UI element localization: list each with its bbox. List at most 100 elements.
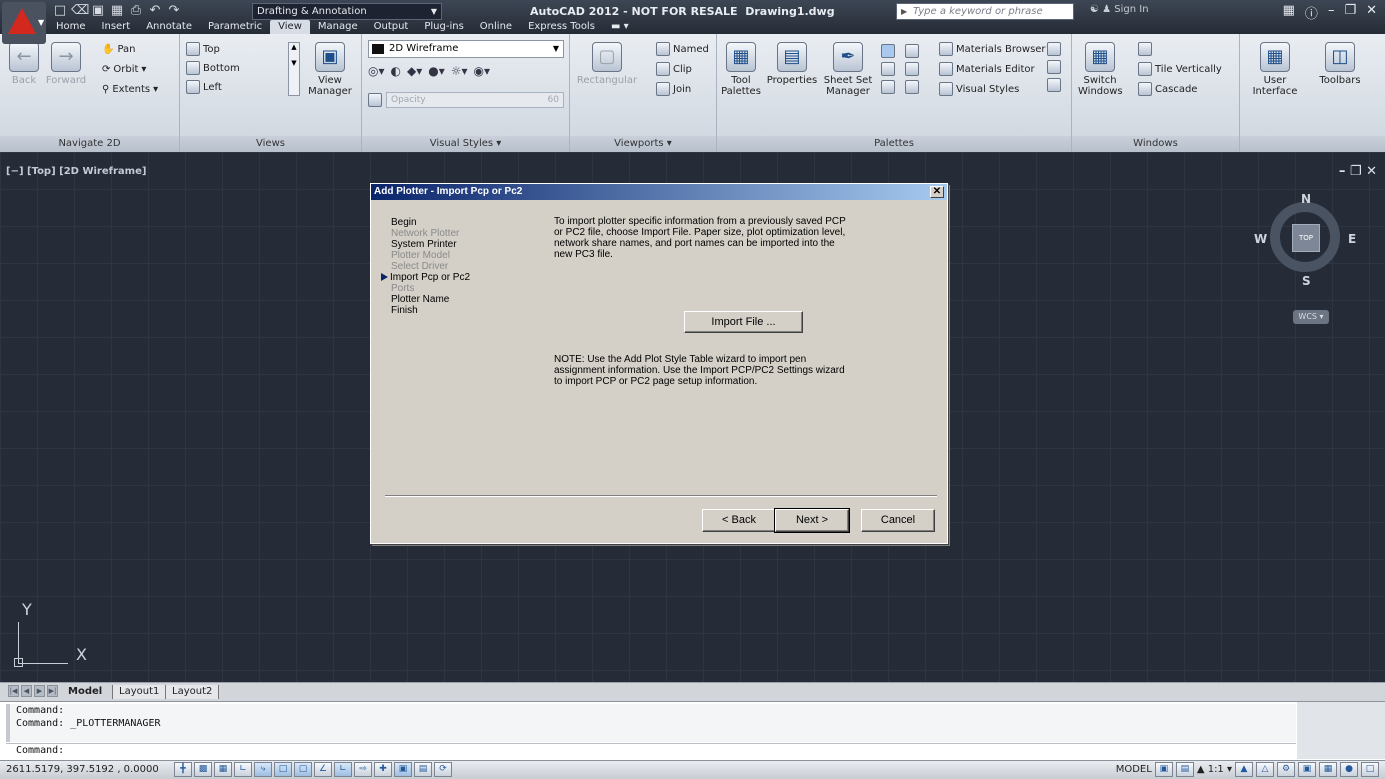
view-left[interactable]: Left — [186, 80, 222, 94]
sheet-set-button[interactable]: ✒ Sheet Set Manager — [821, 42, 875, 97]
restore-icon[interactable]: ❐ — [1350, 164, 1362, 179]
materials-icon[interactable]: ◆▾ — [407, 64, 422, 78]
viewcube-face[interactable]: TOP — [1292, 224, 1320, 252]
view-manager-button[interactable]: ▣ View Manager — [304, 42, 356, 97]
hardware-acceleration-icon[interactable]: ▦ — [1319, 762, 1337, 777]
3d-object-snap-icon[interactable]: ▢ — [294, 762, 312, 777]
markup-icon[interactable] — [905, 44, 919, 58]
properties-button[interactable]: ▤ Properties — [765, 42, 819, 86]
visual-style-select[interactable]: 2D Wireframe ▼ — [368, 40, 564, 58]
workspace-switching-icon[interactable]: ⚙ — [1277, 762, 1295, 777]
coordinate-readout[interactable]: 2611.5179, 397.5192 , 0.0000 — [6, 764, 159, 775]
tile-vertically-button[interactable]: Tile Vertically — [1138, 62, 1222, 76]
edge-effects-icon[interactable]: ◎▾ — [368, 64, 385, 78]
command-scrollbar[interactable] — [1297, 702, 1385, 759]
help-search-input[interactable]: ▶ Type a keyword or phrase — [896, 3, 1074, 20]
prev-tab-icon[interactable]: ◀ — [21, 685, 32, 697]
shadows-icon[interactable]: ●▾ — [428, 64, 445, 78]
compass-west[interactable]: W — [1254, 232, 1267, 246]
sun-icon[interactable] — [1047, 78, 1061, 92]
calculator-icon[interactable] — [905, 62, 919, 76]
dialog-title-bar[interactable]: Add Plotter - Import Pcp or Pc2 ✕ — [371, 184, 947, 200]
quick-properties-icon[interactable]: ▤ — [414, 762, 432, 777]
tab-manage[interactable]: Manage — [310, 20, 366, 34]
import-file-button[interactable]: Import File ... — [684, 311, 803, 333]
infer-constraints-icon[interactable]: ╋ — [174, 762, 192, 777]
close-icon[interactable]: ✕ — [1366, 164, 1377, 179]
viewcube[interactable]: TOP N S E W — [1252, 184, 1362, 294]
minimize-icon[interactable]: – — [1339, 164, 1346, 179]
help-icon[interactable]: ⓘ — [1305, 3, 1318, 22]
orbit-button[interactable]: ⟳ Orbit ▾ — [102, 64, 146, 75]
tab-model[interactable]: Model — [62, 685, 108, 699]
command-input[interactable]: Command: — [6, 743, 1296, 758]
tile-horizontal-icon[interactable] — [1138, 42, 1152, 56]
materials-editor-button[interactable]: Materials Editor — [939, 62, 1035, 76]
tab-view[interactable]: View — [270, 20, 310, 34]
lighting-icon[interactable]: ☼▾ — [451, 64, 468, 78]
external-refs-icon[interactable] — [881, 62, 895, 76]
sign-in-button[interactable]: ☯ ♟ Sign In — [1090, 4, 1149, 15]
compass-east[interactable]: E — [1348, 232, 1356, 246]
environment-icon[interactable]: ◉▾ — [474, 64, 491, 78]
dbconnect-icon[interactable] — [905, 80, 919, 94]
clip-button[interactable]: Clip — [656, 62, 692, 76]
tool-palettes-button[interactable]: ▦ Tool Palettes — [721, 42, 761, 97]
switch-windows-button[interactable]: ▦ Switch Windows — [1078, 42, 1123, 97]
lock-icon[interactable]: ▣ — [1298, 762, 1316, 777]
tab-layout2[interactable]: Layout2 — [166, 685, 220, 699]
tab-output[interactable]: Output — [366, 20, 417, 34]
pan-button[interactable]: ✋ Pan — [102, 44, 136, 55]
rectangular-button[interactable]: ▢ Rectangular — [576, 42, 638, 86]
wcs-menu[interactable]: WCS ▾ — [1293, 310, 1329, 324]
save-icon[interactable]: ▣ — [90, 3, 106, 19]
user-interface-button[interactable]: ▦ User Interface — [1252, 42, 1298, 97]
isolate-objects-icon[interactable]: ● — [1340, 762, 1358, 777]
redo-icon[interactable]: ↷ — [166, 3, 182, 19]
restore-icon[interactable]: ❐ — [1344, 3, 1356, 22]
polar-tracking-icon[interactable]: ⤷ — [254, 762, 272, 777]
forward-button[interactable]: → Forward — [44, 42, 88, 86]
render-icon[interactable] — [1047, 60, 1061, 74]
quick-view-layouts-icon[interactable]: ▣ — [1154, 762, 1173, 777]
tab-plug-ins[interactable]: Plug-ins — [416, 20, 471, 34]
tab-insert[interactable]: Insert — [94, 20, 139, 34]
views-scrollbar[interactable]: ▲ ▼ — [288, 42, 300, 96]
tab-online[interactable]: Online — [472, 20, 520, 34]
undo-icon[interactable]: ↶ — [147, 3, 163, 19]
new-icon[interactable]: □ — [52, 3, 68, 19]
snap-mode-icon[interactable]: ▩ — [194, 762, 212, 777]
close-icon[interactable]: ✕ — [1366, 3, 1377, 22]
next-tab-icon[interactable]: ▶ — [34, 685, 45, 697]
auto-scale-icon[interactable]: △ — [1256, 762, 1274, 777]
first-tab-icon[interactable]: |◀ — [8, 685, 19, 697]
compass-north[interactable]: N — [1301, 192, 1311, 206]
tab-parametric[interactable]: Parametric — [200, 20, 270, 34]
minimize-icon[interactable]: – — [1328, 3, 1335, 22]
workspace-select[interactable]: Drafting & Annotation ▼ — [252, 3, 442, 20]
dynamic-input-icon[interactable]: ⇨ — [354, 762, 372, 777]
dynamic-ucs-icon[interactable]: ∟ — [334, 762, 352, 777]
annotation-scale[interactable]: ▲ 1:1 ▾ — [1197, 764, 1232, 775]
design-center-icon[interactable] — [881, 44, 895, 58]
ortho-mode-icon[interactable]: ∟ — [234, 762, 252, 777]
join-button[interactable]: Join — [656, 82, 691, 96]
selection-cycling-icon[interactable]: ⟳ — [434, 762, 452, 777]
last-tab-icon[interactable]: ▶| — [47, 685, 58, 697]
object-snap-tracking-icon[interactable]: ∠ — [314, 762, 332, 777]
viewport-controls-label[interactable]: [−] [Top] [2D Wireframe] — [6, 166, 146, 177]
annotation-visibility-icon[interactable]: ▲ — [1235, 762, 1253, 777]
object-snap-icon[interactable]: □ — [274, 762, 292, 777]
view-bottom[interactable]: Bottom — [186, 61, 240, 75]
transparency-icon[interactable]: ▣ — [394, 762, 412, 777]
plot-icon[interactable]: ⎙ — [128, 3, 144, 19]
close-icon[interactable]: ✕ — [930, 186, 944, 198]
visual-styles-button[interactable]: Visual Styles — [939, 82, 1019, 96]
view-top[interactable]: Top — [186, 42, 220, 56]
lights-icon[interactable] — [1047, 42, 1061, 56]
tab-layout1[interactable]: Layout1 — [112, 685, 167, 699]
face-style-icon[interactable]: ◐ — [391, 64, 401, 78]
opacity-slider[interactable]: Opacity 60 — [386, 92, 564, 108]
tab-home[interactable]: Home — [48, 20, 94, 34]
save-as-icon[interactable]: ▦ — [109, 3, 125, 19]
